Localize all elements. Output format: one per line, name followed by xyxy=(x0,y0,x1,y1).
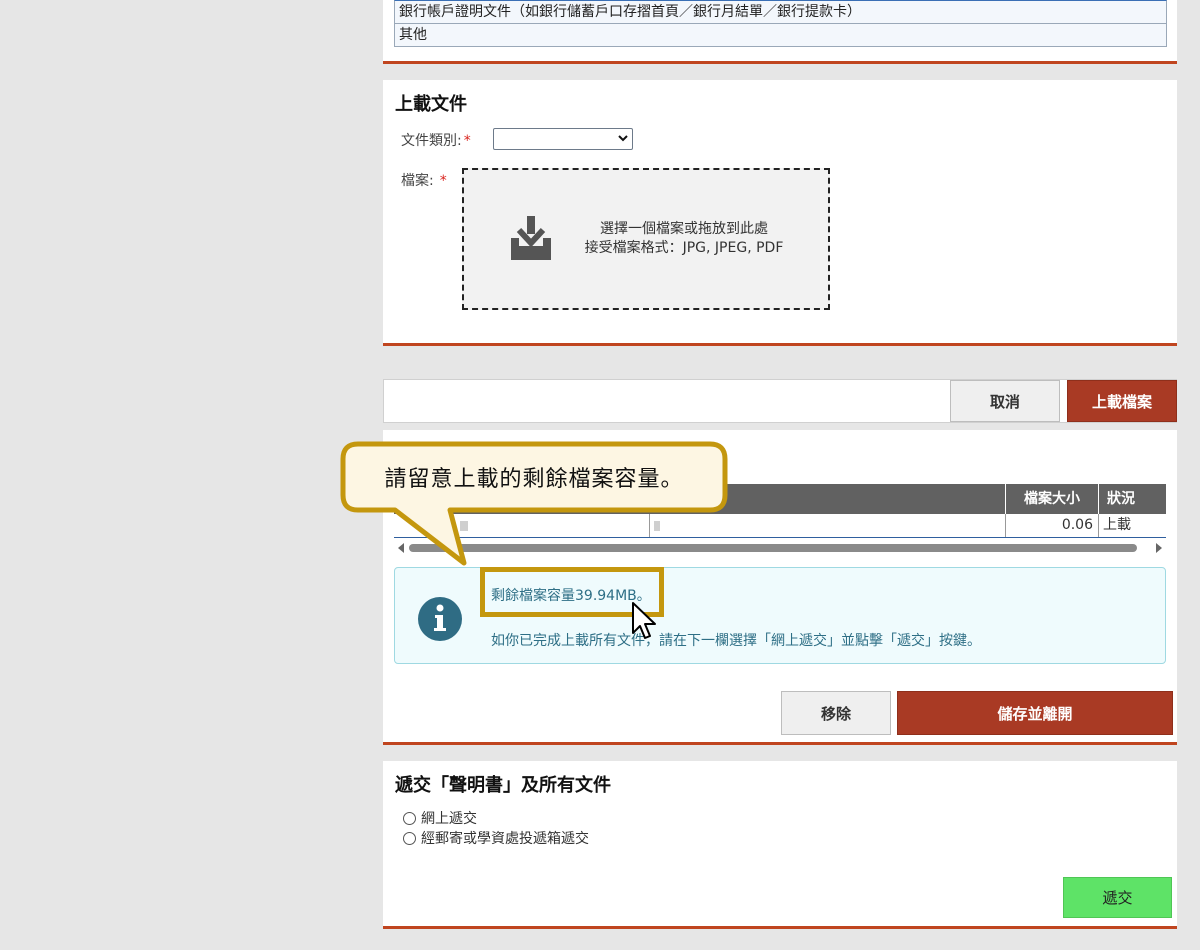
save-and-exit-button[interactable]: 儲存並離開 xyxy=(897,691,1173,735)
required-mark: * xyxy=(439,173,447,189)
submit-title: 遞交「聲明書」及所有文件 xyxy=(395,775,611,796)
document-type-list-panel: 銀行帳戶證明文件（如銀行儲蓄戶口存摺首頁／銀行月結單／銀行提款卡） 其他 xyxy=(383,0,1177,64)
dropzone-text: 選擇一個檔案或拖放到此處 接受檔案格式：JPG, JPEG, PDF xyxy=(564,220,804,258)
submit-button[interactable]: 遞交 xyxy=(1063,877,1172,918)
radio-button[interactable] xyxy=(403,811,416,825)
column-header-status: 狀況 xyxy=(1098,484,1166,514)
submit-panel: 遞交「聲明書」及所有文件 網上遞交 經郵寄或學資處投遞箱遞交 遞交 xyxy=(383,761,1177,929)
chevron-down-icon xyxy=(618,135,628,142)
doc-type-label-text: 文件類別: xyxy=(401,133,462,149)
doc-type-label: 文件類別: * xyxy=(401,130,471,150)
required-mark: * xyxy=(463,133,471,149)
column-header-size: 檔案大小 xyxy=(1005,484,1098,514)
mouse-pointer-icon xyxy=(632,602,656,639)
radio-label: 網上遞交 xyxy=(421,811,477,827)
info-icon xyxy=(418,597,462,641)
cancel-button[interactable]: 取消 xyxy=(950,380,1060,422)
remove-button[interactable]: 移除 xyxy=(781,691,891,735)
file-label: 檔案: * xyxy=(401,170,447,190)
radio-button[interactable] xyxy=(403,831,416,845)
file-label-text: 檔案: xyxy=(401,173,434,189)
list-item[interactable]: 銀行帳戶證明文件（如銀行儲蓄戶口存摺首頁／銀行月結單／銀行提款卡） xyxy=(394,0,1167,24)
radio-mail-submit[interactable]: 經郵寄或學資處投遞箱遞交 xyxy=(403,828,589,848)
list-item[interactable]: 其他 xyxy=(394,24,1167,47)
upload-action-bar: 取消 上載檔案 xyxy=(383,379,1177,423)
file-status-cell: 上載 xyxy=(1098,514,1166,537)
upload-panel: 上載文件 文件類別: * 檔案: * 選擇一個檔案或拖放到此處 接受檔案格式：JPG… xyxy=(383,80,1177,346)
upload-title: 上載文件 xyxy=(395,94,467,115)
document-type-list: 銀行帳戶證明文件（如銀行儲蓄戶口存摺首頁／銀行月結單／銀行提款卡） 其他 xyxy=(394,0,1167,47)
scroll-right-arrow-icon[interactable] xyxy=(1155,543,1163,553)
upload-file-button[interactable]: 上載檔案 xyxy=(1067,380,1177,422)
callout-text: 請留意上載的剩餘檔案容量。 xyxy=(384,467,684,492)
callout-bubble: 請留意上載的剩餘檔案容量。 xyxy=(340,441,728,571)
instruction-text: 如你已完成上載所有文件，請在下一欄選擇「網上遞交」並點擊「遞交」按鍵。 xyxy=(491,633,981,649)
dropzone-line1: 選擇一個檔案或拖放到此處 xyxy=(600,221,768,237)
doc-type-select[interactable] xyxy=(493,128,633,150)
dropzone-line2: 接受檔案格式：JPG, JPEG, PDF xyxy=(584,240,784,256)
radio-label: 經郵寄或學資處投遞箱遞交 xyxy=(421,831,589,847)
file-dropzone[interactable]: 選擇一個檔案或拖放到此處 接受檔案格式：JPG, JPEG, PDF xyxy=(462,168,830,310)
upload-tray-icon xyxy=(511,216,551,260)
radio-online-submit[interactable]: 網上遞交 xyxy=(403,808,477,828)
file-size-cell: 0.06 xyxy=(1005,514,1097,537)
